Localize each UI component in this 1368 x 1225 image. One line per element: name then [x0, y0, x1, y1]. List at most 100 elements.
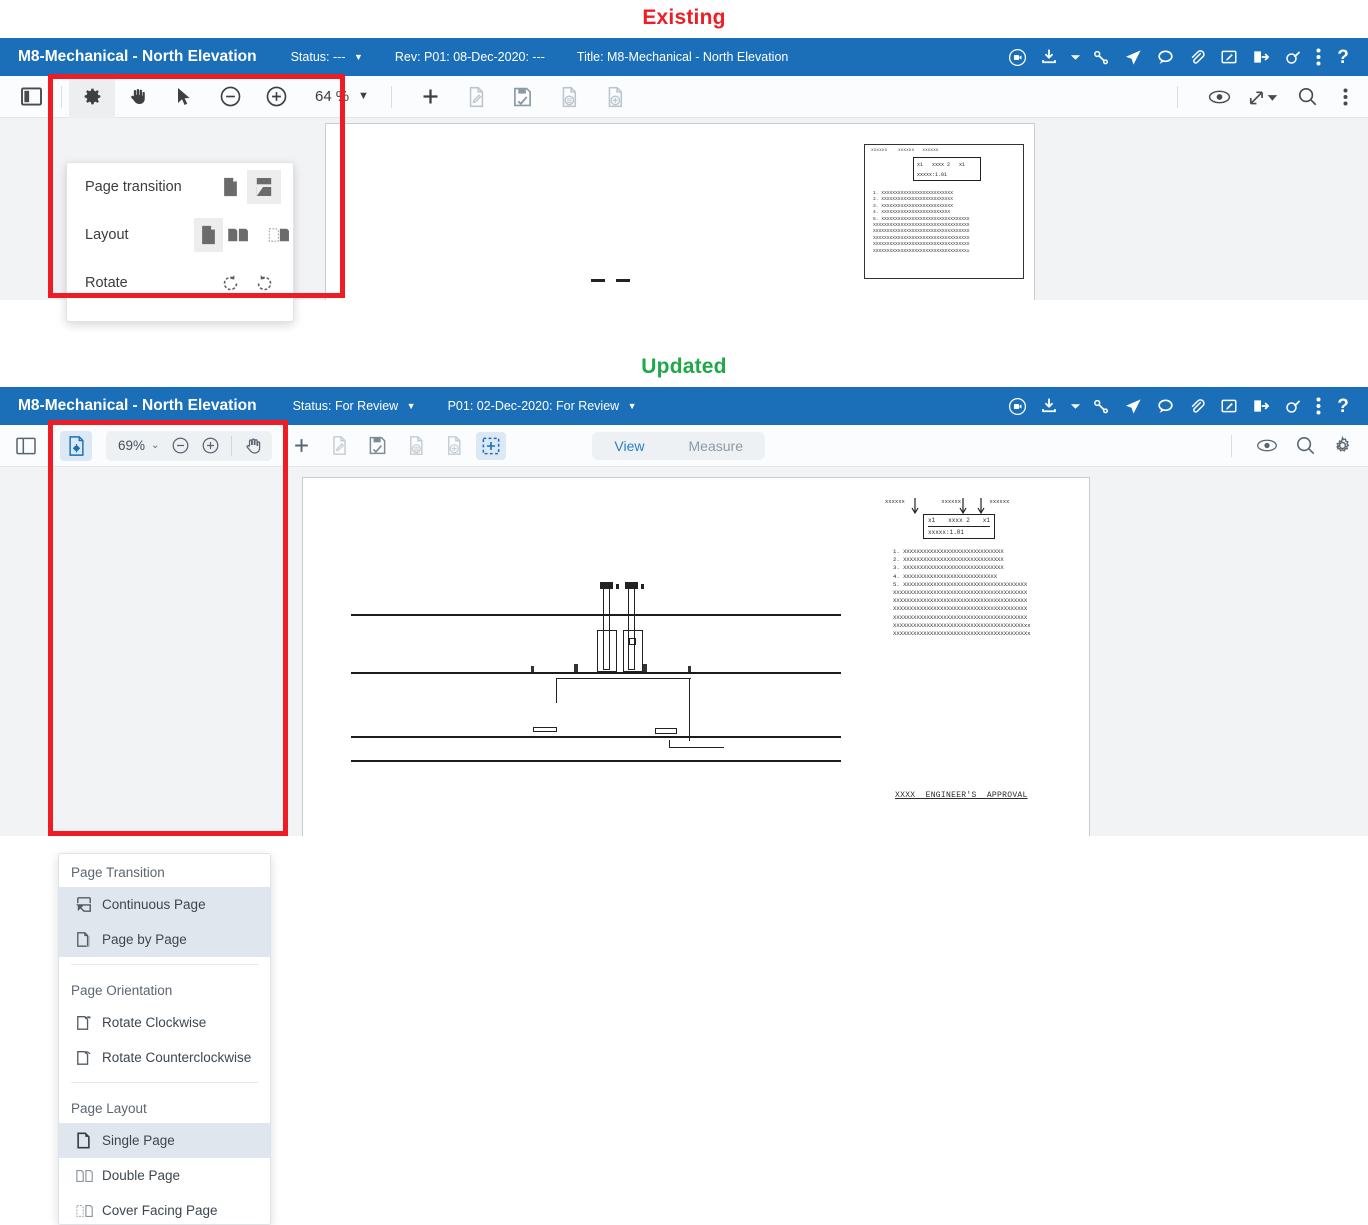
rotate-counterclockwise-icon[interactable]: [213, 266, 247, 300]
save-check-icon[interactable]: [500, 76, 546, 118]
menu-item-continuous-page[interactable]: Continuous Page: [59, 887, 270, 922]
gear-icon[interactable]: [1324, 430, 1360, 462]
updated-status-label: Status: For Review: [292, 399, 399, 413]
tab-measure[interactable]: Measure: [667, 432, 765, 460]
zoom-out-icon[interactable]: [165, 432, 195, 460]
more-vertical-icon[interactable]: [1310, 42, 1326, 72]
chevron-down-icon: ▼: [358, 89, 369, 102]
double-page-icon[interactable]: [223, 218, 252, 252]
existing-status-dropdown[interactable]: Status: --- ▼: [291, 50, 363, 64]
logout-icon[interactable]: [1246, 42, 1276, 72]
link-icon[interactable]: [1086, 391, 1116, 421]
download-icon[interactable]: [1034, 391, 1064, 421]
pan-hand-icon[interactable]: [238, 432, 268, 460]
updated-document-area[interactable]: xxxxxx xxxxxx xxxxxx x1 xxxx 2 x1 xxxxx:…: [0, 467, 1368, 836]
download-icon[interactable]: [1034, 42, 1064, 72]
send-icon[interactable]: [1118, 391, 1148, 421]
pan-hand-icon[interactable]: [115, 76, 161, 118]
existing-zoom-control[interactable]: 64 % ▼: [313, 88, 369, 105]
view-measure-segmented-control[interactable]: View Measure: [592, 431, 765, 460]
send-icon[interactable]: [1118, 42, 1148, 72]
eye-visibility-icon[interactable]: [1196, 76, 1242, 118]
markup-edit-icon[interactable]: [320, 430, 358, 462]
settings-gear-icon[interactable]: [69, 75, 115, 118]
drawing-level-line: [351, 614, 841, 616]
drawing-duct: [556, 678, 558, 703]
attachment-icon[interactable]: [1182, 391, 1212, 421]
link-icon[interactable]: [1086, 42, 1116, 72]
zoom-out-icon[interactable]: [207, 76, 253, 118]
drawing-support: [688, 666, 691, 672]
continuous-page-icon[interactable]: [247, 170, 281, 204]
add-icon[interactable]: [282, 430, 320, 462]
menu-item-cover-facing-page[interactable]: Cover Facing Page: [59, 1193, 270, 1224]
logout-icon[interactable]: [1246, 391, 1276, 421]
paint-icon[interactable]: [1278, 391, 1308, 421]
chevron-down-icon[interactable]: [1066, 391, 1084, 421]
eye-visibility-icon[interactable]: [1248, 430, 1286, 462]
fit-screen-icon[interactable]: [1242, 76, 1284, 118]
cover-facing-page-icon[interactable]: [264, 218, 293, 252]
zoom-in-icon[interactable]: [195, 432, 225, 460]
drawing-table-cell-1: x1: [928, 517, 936, 524]
menu-item-rotate-counterclockwise[interactable]: Rotate Counterclockwise: [59, 1040, 270, 1075]
search-icon[interactable]: [1286, 430, 1324, 462]
rotate-clockwise-icon[interactable]: [247, 266, 281, 300]
updated-titlebar-actions: ?: [1002, 391, 1358, 421]
toolbar-divider: [1231, 434, 1232, 457]
drawing-note: 5. XXXXXXXXXXXXXXXXXXXXXXXXXXXXXXXXXXXXX: [893, 580, 1028, 588]
drawing-note: 4. XXXXXXXXXXXXXXXXXXXXXXXXXXXX: [893, 572, 998, 580]
single-page-icon: [76, 1132, 102, 1149]
more-vertical-icon[interactable]: [1310, 391, 1326, 421]
add-icon[interactable]: [408, 76, 454, 118]
updated-revision-dropdown[interactable]: P01: 02-Dec-2020: For Review ▼: [448, 399, 637, 413]
section-label-existing: Existing: [642, 6, 726, 29]
document-list-icon[interactable]: [396, 430, 434, 462]
document-add-icon[interactable]: [592, 76, 638, 118]
single-page-icon[interactable]: [213, 170, 247, 204]
menu-item-double-page[interactable]: Double Page: [59, 1158, 270, 1193]
drawing-unit: [623, 630, 643, 672]
menu-item-label: Cover Facing Page: [102, 1203, 218, 1218]
comment-icon[interactable]: [1150, 42, 1180, 72]
save-check-icon[interactable]: [358, 430, 396, 462]
markup-edit-icon[interactable]: [454, 76, 500, 118]
document-list-icon[interactable]: [546, 76, 592, 118]
panel-toggle-icon[interactable]: [8, 76, 54, 118]
document-add-icon[interactable]: [434, 430, 472, 462]
menu-item-rotate-clockwise[interactable]: Rotate Clockwise: [59, 1005, 270, 1040]
updated-viewer: M8-Mechanical - North Elevation Status: …: [0, 387, 1368, 1225]
updated-zoom-control[interactable]: 69% ⌄: [106, 430, 273, 461]
help-icon[interactable]: ?: [1328, 391, 1358, 421]
drawing-marker: [641, 584, 644, 589]
area-select-icon[interactable]: [476, 431, 507, 460]
search-icon[interactable]: [1284, 76, 1330, 118]
drawing-note: 3. XXXXXXXXXXXXXXXXXXXXXXXXXXXXXX: [893, 564, 1004, 572]
video-record-icon[interactable]: [1002, 42, 1032, 72]
help-icon[interactable]: ?: [1328, 42, 1358, 72]
chevron-down-icon[interactable]: [1066, 42, 1084, 72]
tab-view[interactable]: View: [592, 432, 666, 460]
comment-icon[interactable]: [1150, 391, 1180, 421]
page-settings-icon[interactable]: [60, 430, 92, 461]
zoom-in-icon[interactable]: [253, 76, 299, 118]
updated-toolbar: 69% ⌄ View Measure: [0, 425, 1368, 467]
panel-toggle-icon[interactable]: [8, 430, 44, 462]
existing-page-settings-panel[interactable]: Page transition Layout Rotate: [66, 162, 294, 322]
edit-note-icon[interactable]: [1214, 391, 1244, 421]
updated-page-settings-panel[interactable]: Page Transition Continuous Page Page by …: [58, 853, 271, 1225]
updated-status-dropdown[interactable]: Status: For Review ▼: [293, 399, 416, 413]
more-vertical-icon[interactable]: [1330, 76, 1360, 118]
select-arrow-icon[interactable]: [161, 76, 207, 118]
menu-item-single-page[interactable]: Single Page: [59, 1123, 270, 1158]
video-record-icon[interactable]: [1002, 391, 1032, 421]
edit-note-icon[interactable]: [1214, 42, 1244, 72]
drawing-table-cell-3: x1: [982, 517, 990, 524]
paint-icon[interactable]: [1278, 42, 1308, 72]
menu-item-page-by-page[interactable]: Page by Page: [59, 922, 270, 957]
drawing-unit: [597, 630, 617, 672]
attachment-icon[interactable]: [1182, 42, 1212, 72]
drawing-note: 1. XXXXXXXXXXXXXXXXXXXXXXXXXXXXXX: [893, 548, 1004, 555]
single-page-icon[interactable]: [194, 218, 224, 252]
drawing-duct: [689, 678, 691, 741]
